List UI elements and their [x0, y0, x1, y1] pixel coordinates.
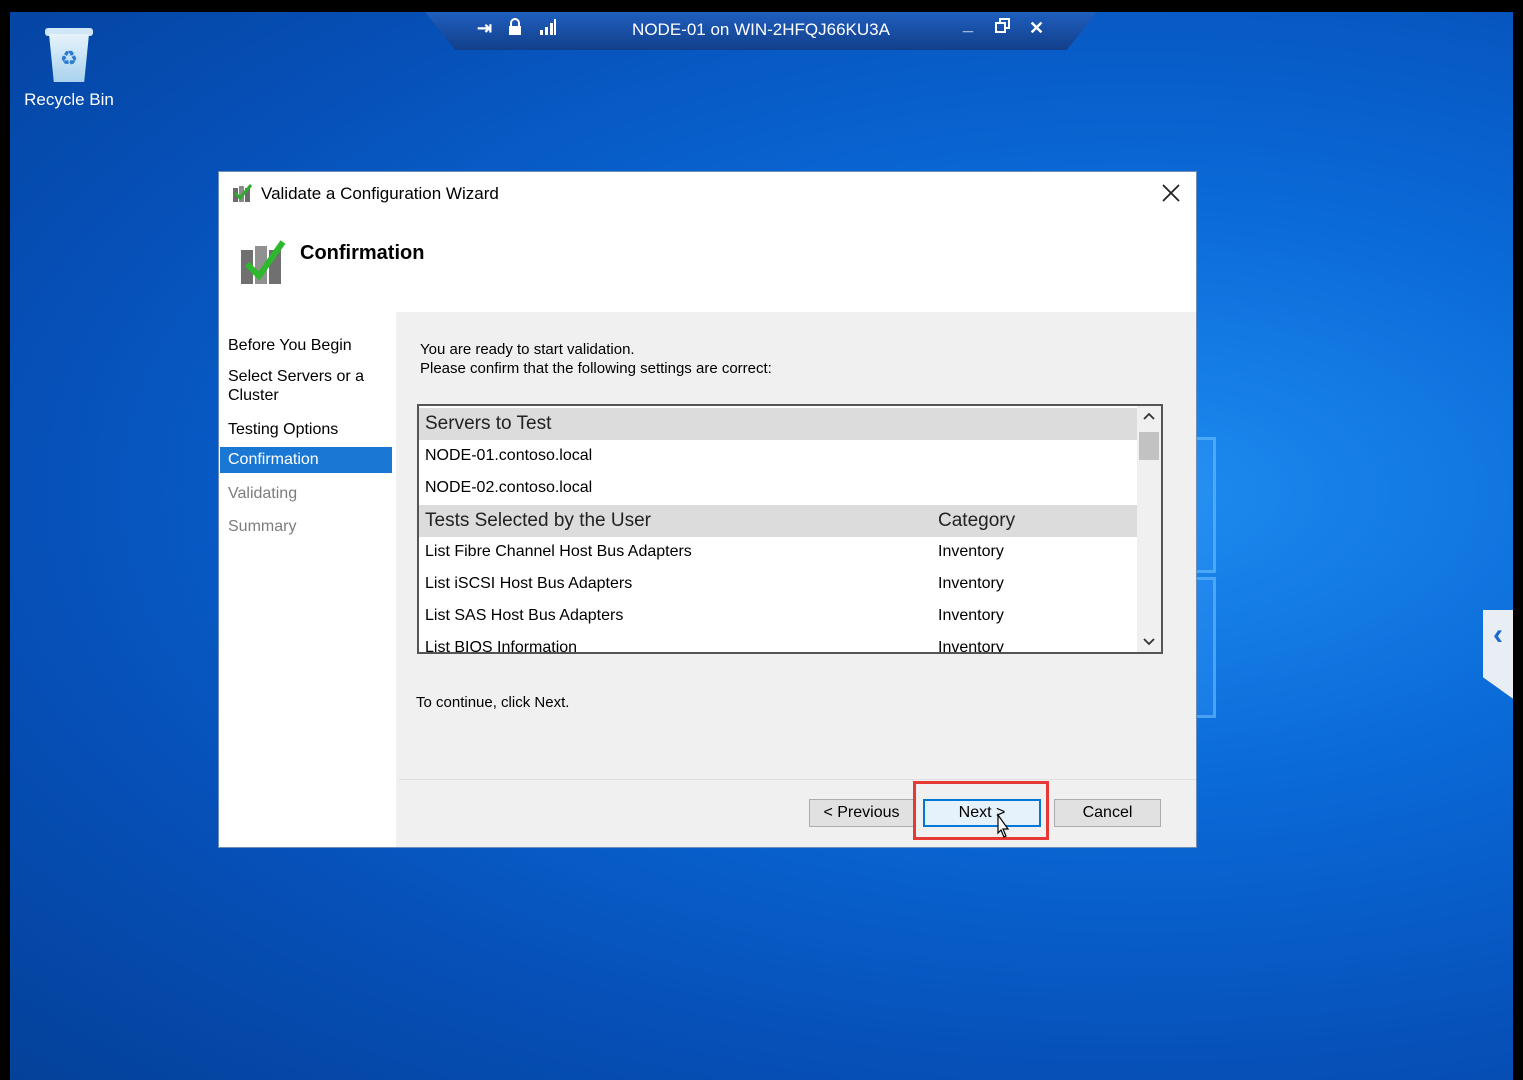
scroll-thumb[interactable] [1139, 432, 1159, 460]
dialog-titlebar: Validate a Configuration Wizard [219, 172, 1196, 216]
list-item[interactable]: List SAS Host Bus Adapters Inventory [419, 600, 1137, 632]
test-category: Inventory [938, 607, 1004, 624]
mouse-pointer-icon [992, 813, 1012, 845]
chevron-left-icon: ‹ [1493, 618, 1503, 651]
step-testing-options[interactable]: Testing Options [220, 420, 392, 439]
previous-button[interactable]: < Previous [809, 799, 914, 827]
continue-instruction: To continue, click Next. [416, 694, 570, 711]
recycle-bin-label: Recycle Bin [24, 90, 114, 109]
list-scrollbar[interactable] [1137, 406, 1161, 652]
step-summary: Summary [228, 518, 297, 535]
rdp-connection-bar: ⇥ NODE-01 on WIN-2HFQJ66KU3A _ ✕ [425, 12, 1097, 50]
intro-line-1: You are ready to start validation. [420, 341, 635, 358]
step-validating: Validating [228, 485, 298, 502]
wizard-icon [231, 182, 253, 204]
list-item[interactable]: NODE-01.contoso.local [419, 440, 1137, 472]
validate-configuration-wizard: Validate a Configuration Wizard Confirma… [218, 171, 1197, 848]
test-name: List Fibre Channel Host Bus Adapters [425, 543, 692, 560]
dialog-close-button[interactable] [1156, 178, 1186, 208]
servers-header-label: Servers to Test [425, 413, 552, 434]
footer-divider [399, 779, 1196, 780]
test-category: Inventory [938, 543, 1004, 560]
servers-header: Servers to Test [419, 408, 1137, 440]
recycle-bin[interactable]: ♻ Recycle Bin [24, 26, 114, 110]
side-panel-tab[interactable]: ‹ [1483, 610, 1513, 706]
minimize-icon[interactable]: _ [963, 14, 973, 35]
restore-icon[interactable] [995, 18, 1011, 34]
server-name: NODE-01.contoso.local [425, 447, 593, 464]
step-select-servers[interactable]: Select Servers or a Cluster [220, 367, 392, 405]
dialog-header: Confirmation [219, 216, 1196, 312]
dialog-title: Validate a Configuration Wizard [261, 184, 499, 203]
scroll-up-icon[interactable] [1137, 406, 1161, 428]
list-item[interactable]: List iSCSI Host Bus Adapters Inventory [419, 568, 1137, 600]
test-name: List iSCSI Host Bus Adapters [425, 575, 633, 592]
step-confirmation[interactable]: Confirmation [220, 447, 392, 473]
tests-header-label: Tests Selected by the User [425, 510, 651, 531]
validation-checkmark-icon [237, 236, 289, 288]
list-item[interactable]: NODE-02.contoso.local [419, 472, 1137, 504]
cancel-button[interactable]: Cancel [1054, 799, 1161, 827]
dialog-body: Before You Begin Select Servers or a Clu… [219, 312, 1196, 847]
test-name: List SAS Host Bus Adapters [425, 607, 624, 624]
step-before-you-begin[interactable]: Before You Begin [220, 336, 392, 355]
list-item[interactable]: List BIOS Information Inventory [419, 632, 1137, 654]
category-header-label: Category [938, 510, 1016, 531]
test-name: List BIOS Information [425, 639, 578, 654]
intro-line-2: Please confirm that the following settin… [420, 360, 772, 377]
test-category: Inventory [938, 639, 1004, 654]
tests-header: Tests Selected by the User Category [419, 505, 1137, 537]
page-title: Confirmation [300, 242, 425, 264]
test-category: Inventory [938, 575, 1004, 592]
scroll-down-icon[interactable] [1137, 630, 1161, 652]
list-item[interactable]: List Fibre Channel Host Bus Adapters Inv… [419, 536, 1137, 568]
close-icon[interactable]: ✕ [1029, 18, 1044, 39]
settings-list[interactable]: Servers to Test NODE-01.contoso.local NO… [417, 404, 1163, 654]
wizard-content: You are ready to start validation. Pleas… [399, 312, 1196, 847]
recycle-bin-icon: ♻ [43, 26, 95, 84]
intro-text: You are ready to start validation. Pleas… [420, 340, 772, 378]
next-button[interactable]: Next > [923, 799, 1041, 827]
server-name: NODE-02.contoso.local [425, 479, 593, 496]
wizard-steps-nav: Before You Begin Select Servers or a Clu… [219, 312, 396, 847]
